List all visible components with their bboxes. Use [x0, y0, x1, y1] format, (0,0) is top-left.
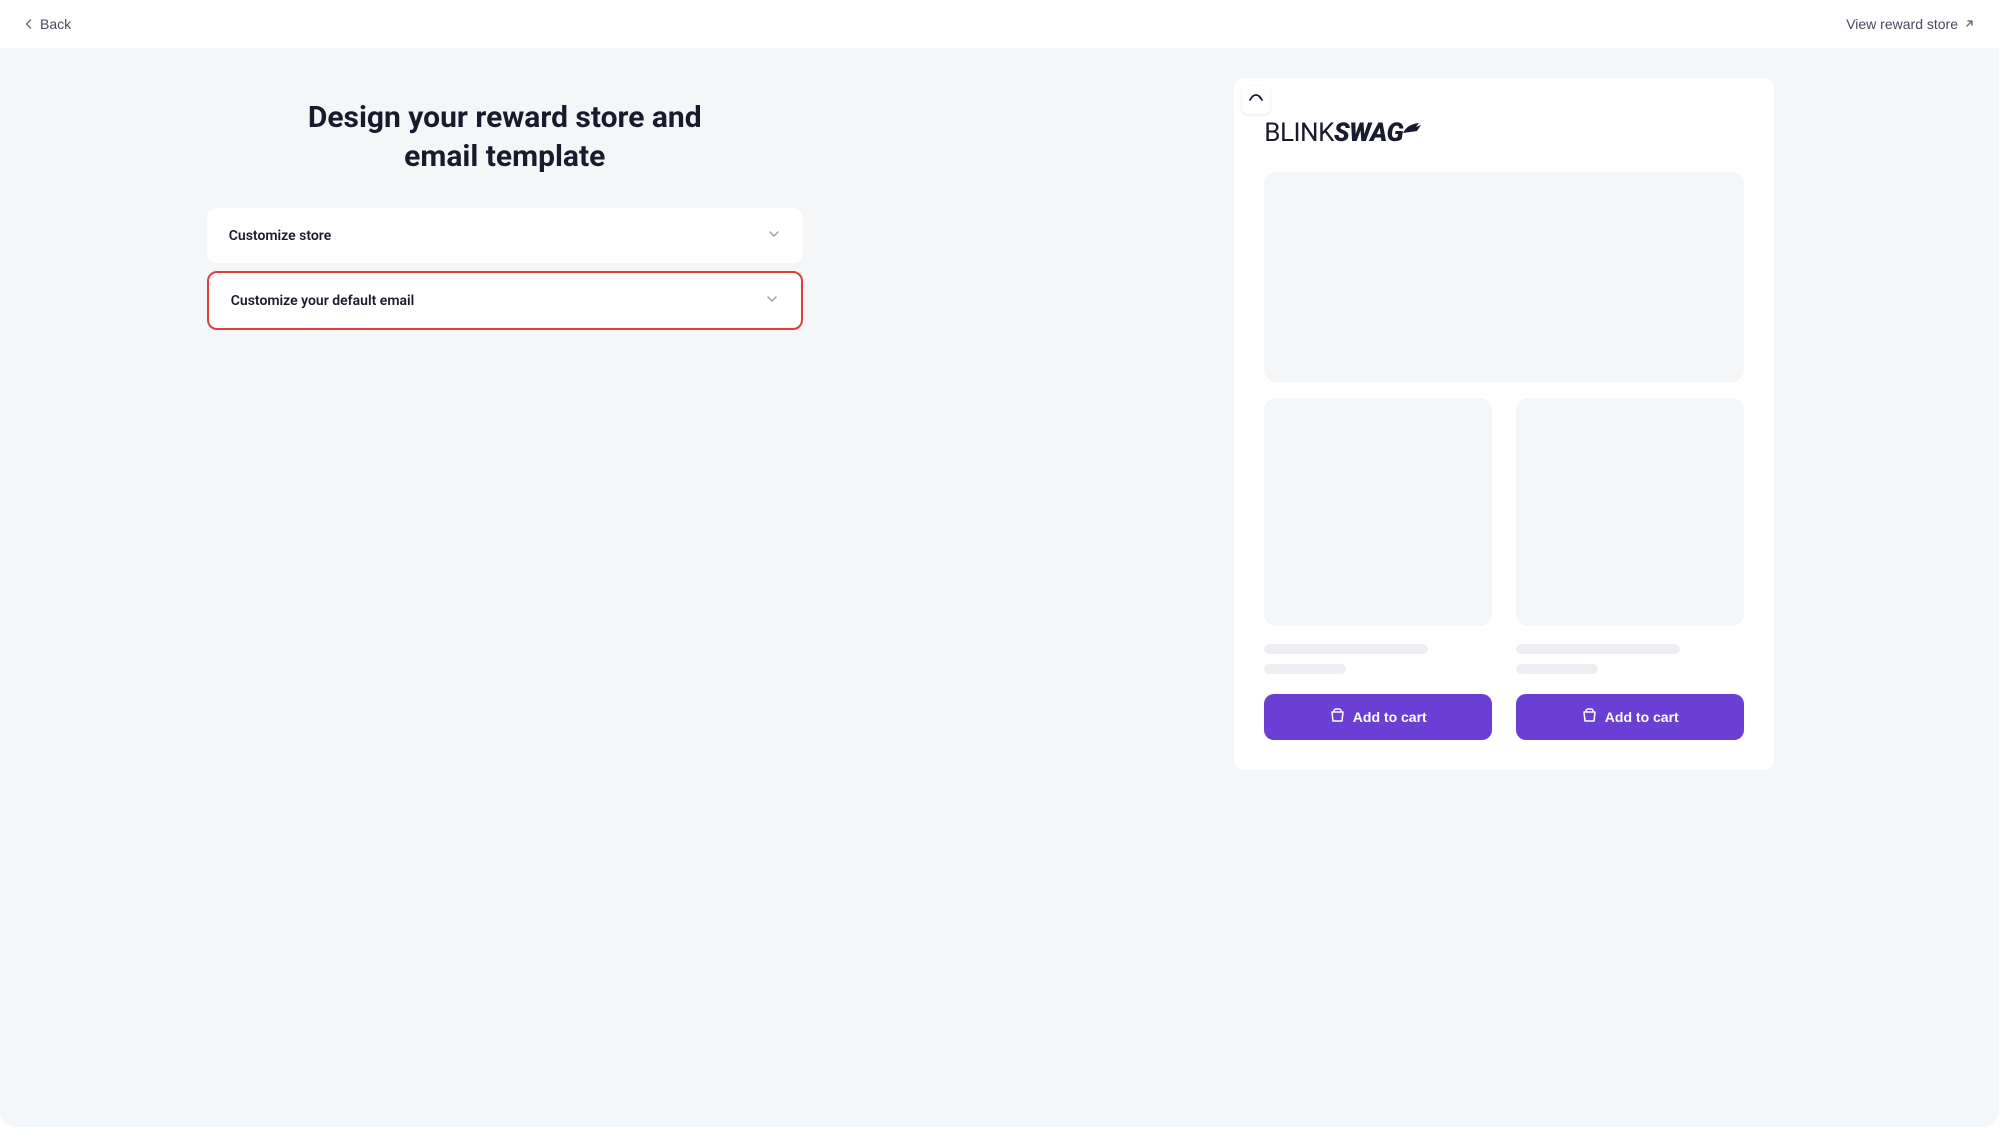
product-price-placeholder: [1516, 664, 1598, 674]
accordion-group: Customize store Customize your default e…: [207, 208, 803, 330]
product-card: Add to cart: [1516, 398, 1744, 740]
store-preview: BLINKSWAG: [1234, 78, 1774, 770]
page-title: Design your reward store and email templ…: [305, 98, 705, 176]
add-to-cart-label: Add to cart: [1605, 709, 1679, 725]
accordion-customize-store[interactable]: Customize store: [207, 208, 803, 263]
hero-image-placeholder: [1264, 172, 1744, 382]
view-store-label: View reward store: [1846, 16, 1958, 32]
design-panel: Design your reward store and email templ…: [0, 48, 1010, 1127]
product-card: Add to cart: [1264, 398, 1492, 740]
add-to-cart-button[interactable]: Add to cart: [1516, 694, 1744, 740]
products-row: Add to cart: [1264, 398, 1744, 740]
preview-panel: BLINKSWAG: [1010, 48, 1999, 1127]
accordion-customize-email[interactable]: Customize your default email: [207, 271, 803, 330]
product-price-placeholder: [1264, 664, 1346, 674]
chevron-down-icon: [765, 291, 779, 310]
preview-badge-icon: [1242, 86, 1270, 114]
view-reward-store-button[interactable]: View reward store: [1846, 16, 1975, 32]
accordion-label: Customize your default email: [231, 293, 415, 309]
chevron-left-icon: [24, 16, 34, 32]
product-image-placeholder: [1516, 398, 1744, 626]
cart-icon: [1582, 708, 1597, 726]
logo-part-2: SWAG: [1334, 118, 1403, 148]
header: Back View reward store: [0, 0, 1999, 48]
brand-logo: BLINKSWAG: [1264, 118, 1744, 148]
product-title-placeholder: [1264, 644, 1428, 654]
chevron-down-icon: [767, 226, 781, 245]
add-to-cart-label: Add to cart: [1353, 709, 1427, 725]
accordion-label: Customize store: [229, 228, 332, 244]
add-to-cart-button[interactable]: Add to cart: [1264, 694, 1492, 740]
logo-part-1: BLINK: [1264, 118, 1334, 148]
back-button[interactable]: Back: [24, 16, 71, 32]
product-image-placeholder: [1264, 398, 1492, 626]
external-link-icon: [1964, 16, 1975, 32]
cart-icon: [1330, 708, 1345, 726]
swoosh-icon: [1403, 118, 1423, 148]
back-label: Back: [40, 16, 71, 32]
product-title-placeholder: [1516, 644, 1680, 654]
